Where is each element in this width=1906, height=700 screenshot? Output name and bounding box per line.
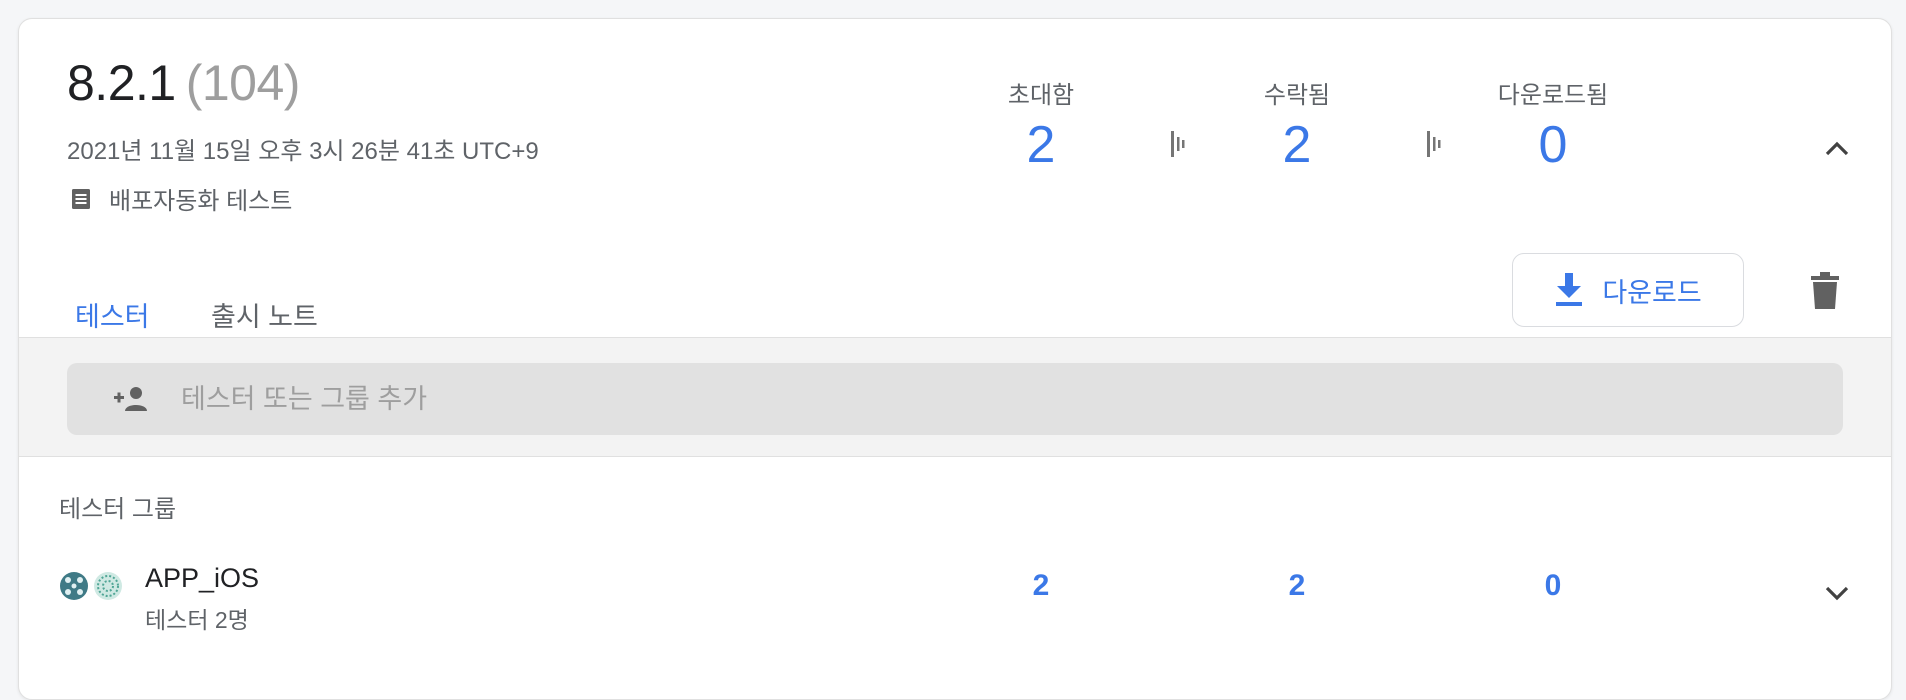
add-tester-input[interactable]: [179, 382, 1683, 416]
release-date: 2021년 11월 15일 오후 3시 26분 41초 UTC+9: [67, 138, 539, 165]
version-number: 8.2.1: [67, 55, 176, 111]
build-number: (104): [185, 55, 301, 111]
download-button[interactable]: 다운로드: [1512, 253, 1744, 327]
group-avatar-icon: [94, 572, 122, 600]
trash-icon: [1811, 272, 1839, 309]
tester-groups-heading: 테스터 그룹: [59, 496, 177, 523]
stat-accepted: 수락됨 2: [1197, 81, 1397, 177]
group-invited-count: 2: [1032, 569, 1050, 602]
group-accepted-count: 2: [1288, 569, 1306, 602]
tab-testers[interactable]: 테스터: [75, 295, 150, 334]
stat-downloaded-value: 0: [1538, 116, 1568, 174]
note-icon: [67, 185, 95, 213]
stat-invited-label: 초대함: [1007, 82, 1075, 109]
group-avatar: [59, 571, 123, 601]
release-note-text: 배포자동화 테스트: [109, 188, 293, 215]
stat-invited-value: 2: [1026, 116, 1056, 174]
tab-release-notes[interactable]: 출시 노트: [211, 295, 318, 334]
release-version: 8.2.1 (104): [67, 53, 300, 113]
stat-accepted-value: 2: [1282, 116, 1312, 174]
chevron-down-icon: [1825, 586, 1849, 601]
chevron-up-icon: [1825, 141, 1849, 156]
group-avatar-icon: [60, 572, 88, 600]
download-icon: [1556, 273, 1583, 306]
stat-downloaded: 다운로드됨 0: [1453, 81, 1653, 177]
stat-accepted-label: 수락됨: [1263, 82, 1331, 109]
group-name[interactable]: APP_iOS: [145, 563, 259, 594]
release-card: 8.2.1 (104) 2021년 11월 15일 오후 3시 26분 41초 U…: [18, 18, 1892, 700]
download-button-label: 다운로드: [1602, 277, 1702, 308]
bar-separator-icon: [1169, 131, 1189, 157]
stat-downloaded-label: 다운로드됨: [1497, 82, 1609, 109]
expand-group-button[interactable]: [1817, 573, 1857, 613]
collapse-button[interactable]: [1817, 129, 1857, 169]
add-tester-field[interactable]: [67, 363, 1843, 435]
delete-button[interactable]: [1805, 269, 1845, 313]
release-note: 배포자동화 테스트: [67, 181, 292, 216]
group-downloaded-count: 0: [1544, 569, 1562, 602]
bar-separator-icon: [1425, 131, 1445, 157]
person-add-icon: [114, 387, 147, 411]
group-tester-count: 테스터 2명: [145, 607, 249, 633]
stat-invited: 초대함 2: [941, 81, 1141, 177]
